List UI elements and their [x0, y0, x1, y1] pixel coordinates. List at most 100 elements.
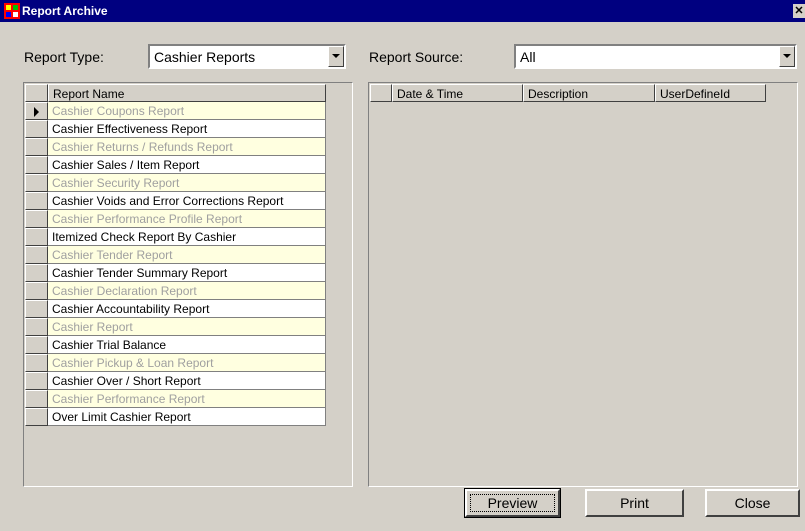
preview-button[interactable]: Preview — [464, 488, 561, 518]
report-name-cell[interactable]: Cashier Performance Profile Report — [48, 210, 326, 228]
row-indicator[interactable] — [25, 336, 48, 354]
report-name-grid[interactable]: Report Name Cashier Coupons Report Cashie… — [23, 82, 353, 487]
row-indicator[interactable] — [25, 102, 48, 120]
report-archive-grid[interactable]: Date & Time Description UserDefineId — [368, 82, 798, 487]
report-name-cell[interactable]: Cashier Report — [48, 318, 326, 336]
report-name-text: Cashier Effectiveness Report — [52, 122, 208, 136]
report-name-cell[interactable]: Cashier Tender Summary Report — [48, 264, 326, 282]
column-header-date-time[interactable]: Date & Time — [392, 84, 523, 102]
report-name-text: Itemized Check Report By Cashier — [52, 230, 237, 244]
close-window-icon[interactable]: ✕ — [793, 4, 805, 18]
column-header-label: Date & Time — [397, 87, 464, 101]
column-header-label: Report Name — [53, 87, 125, 101]
column-header-description[interactable]: Description — [523, 84, 655, 102]
report-name-cell[interactable]: Cashier Declaration Report — [48, 282, 326, 300]
row-indicator-header — [370, 84, 392, 102]
table-row[interactable]: Cashier Performance Report — [25, 390, 326, 408]
report-name-text: Cashier Returns / Refunds Report — [52, 140, 233, 154]
report-name-text: Cashier Report — [52, 320, 133, 334]
row-indicator[interactable] — [25, 300, 48, 318]
table-row[interactable]: Itemized Check Report By Cashier — [25, 228, 326, 246]
close-button[interactable]: Close — [705, 489, 800, 517]
report-name-cell[interactable]: Cashier Accountability Report — [48, 300, 326, 318]
report-source-label: Report Source: — [369, 49, 464, 65]
table-row[interactable]: Cashier Coupons Report — [25, 102, 326, 120]
row-indicator[interactable] — [25, 246, 48, 264]
table-row[interactable]: Cashier Over / Short Report — [25, 372, 326, 390]
table-row[interactable]: Cashier Declaration Report — [25, 282, 326, 300]
row-indicator[interactable] — [25, 264, 48, 282]
table-row[interactable]: Cashier Trial Balance — [25, 336, 326, 354]
report-name-text: Cashier Declaration Report — [52, 284, 197, 298]
row-indicator[interactable] — [25, 156, 48, 174]
row-indicator-header — [25, 84, 48, 102]
row-indicator[interactable] — [25, 282, 48, 300]
report-name-cell[interactable]: Over Limit Cashier Report — [48, 408, 326, 426]
report-name-cell[interactable]: Cashier Trial Balance — [48, 336, 326, 354]
window-title: Report Archive — [22, 4, 108, 18]
chevron-down-icon[interactable] — [779, 46, 795, 67]
report-name-text: Cashier Security Report — [52, 176, 180, 190]
report-name-text: Cashier Accountability Report — [52, 302, 210, 316]
report-name-cell[interactable]: Cashier Returns / Refunds Report — [48, 138, 326, 156]
table-row[interactable]: Over Limit Cashier Report — [25, 408, 326, 426]
table-row[interactable]: Cashier Sales / Item Report — [25, 156, 326, 174]
column-header-userdefineid[interactable]: UserDefineId — [655, 84, 766, 102]
row-indicator[interactable] — [25, 138, 48, 156]
title-bar: Report Archive ✕ — [0, 0, 805, 22]
report-name-text: Cashier Pickup & Loan Report — [52, 356, 214, 370]
row-indicator[interactable] — [25, 192, 48, 210]
report-name-text: Over Limit Cashier Report — [52, 410, 191, 424]
print-button-label: Print — [620, 495, 649, 511]
report-name-text: Cashier Trial Balance — [52, 338, 167, 352]
report-name-text: Cashier Tender Report — [52, 248, 173, 262]
report-archive-window: Report Archive ✕ Report Type: Cashier Re… — [0, 0, 805, 531]
row-indicator[interactable] — [25, 210, 48, 228]
report-name-cell[interactable]: Cashier Voids and Error Corrections Repo… — [48, 192, 326, 210]
row-indicator[interactable] — [25, 408, 48, 426]
table-row[interactable]: Cashier Performance Profile Report — [25, 210, 326, 228]
report-name-text: Cashier Performance Report — [52, 392, 205, 406]
row-indicator[interactable] — [25, 318, 48, 336]
report-name-text: Cashier Over / Short Report — [52, 374, 201, 388]
column-header-report-name[interactable]: Report Name — [48, 84, 326, 102]
report-name-text: Cashier Coupons Report — [52, 104, 185, 118]
report-name-cell[interactable]: Cashier Pickup & Loan Report — [48, 354, 326, 372]
close-button-label: Close — [734, 495, 771, 511]
table-row[interactable]: Cashier Returns / Refunds Report — [25, 138, 326, 156]
report-name-cell[interactable]: Cashier Tender Report — [48, 246, 326, 264]
table-row[interactable]: Cashier Security Report — [25, 174, 326, 192]
report-name-cell[interactable]: Cashier Sales / Item Report — [48, 156, 326, 174]
report-name-cell[interactable]: Cashier Security Report — [48, 174, 326, 192]
table-row[interactable]: Cashier Effectiveness Report — [25, 120, 326, 138]
current-row-arrow-icon — [34, 107, 39, 117]
row-indicator[interactable] — [25, 354, 48, 372]
report-name-cell[interactable]: Cashier Effectiveness Report — [48, 120, 326, 138]
report-source-select[interactable]: All — [514, 44, 797, 69]
table-row[interactable]: Cashier Pickup & Loan Report — [25, 354, 326, 372]
report-type-label: Report Type: — [24, 49, 104, 65]
table-row[interactable]: Cashier Voids and Error Corrections Repo… — [25, 192, 326, 210]
row-indicator[interactable] — [25, 372, 48, 390]
report-name-text: Cashier Voids and Error Corrections Repo… — [52, 194, 284, 208]
table-row[interactable]: Cashier Accountability Report — [25, 300, 326, 318]
report-type-select[interactable]: Cashier Reports — [148, 44, 346, 69]
report-name-cell[interactable]: Itemized Check Report By Cashier — [48, 228, 326, 246]
report-source-value: All — [520, 49, 536, 65]
report-name-text: Cashier Tender Summary Report — [52, 266, 228, 280]
row-indicator[interactable] — [25, 174, 48, 192]
print-button[interactable]: Print — [585, 489, 684, 517]
row-indicator[interactable] — [25, 120, 48, 138]
report-name-cell[interactable]: Cashier Performance Report — [48, 390, 326, 408]
table-row[interactable]: Cashier Tender Report — [25, 246, 326, 264]
row-indicator[interactable] — [25, 390, 48, 408]
row-indicator[interactable] — [25, 228, 48, 246]
report-name-cell[interactable]: Cashier Coupons Report — [48, 102, 326, 120]
chevron-down-icon[interactable] — [328, 46, 344, 67]
column-header-label: Description — [528, 87, 589, 101]
table-row[interactable]: Cashier Report — [25, 318, 326, 336]
report-name-cell[interactable]: Cashier Over / Short Report — [48, 372, 326, 390]
app-icon — [4, 3, 20, 19]
preview-button-label: Preview — [487, 495, 538, 511]
table-row[interactable]: Cashier Tender Summary Report — [25, 264, 326, 282]
